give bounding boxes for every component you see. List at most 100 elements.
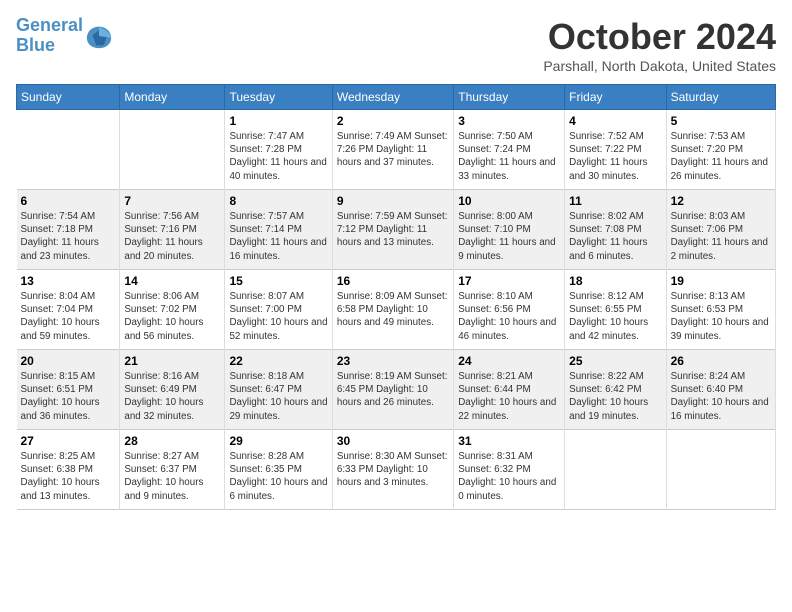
cell-content: Sunrise: 8:25 AM Sunset: 6:38 PM Dayligh… xyxy=(21,450,116,503)
day-number: 25 xyxy=(569,354,661,368)
calendar-cell: 21Sunrise: 8:16 AM Sunset: 6:49 PM Dayli… xyxy=(120,350,225,430)
day-number: 20 xyxy=(21,354,116,368)
calendar-cell: 1 Sunrise: 7:47 AM Sunset: 7:28 PM Daylig… xyxy=(225,110,332,190)
cell-content: Sunrise: 7:47 AM Sunset: 7:28 PM Dayligh… xyxy=(229,130,327,183)
calendar-cell: 11 Sunrise: 8:02 AM Sunset: 7:08 PM Dayli… xyxy=(565,190,666,270)
calendar-cell: 16 Sunrise: 8:09 AM Sunset: 6:58 PM Dayli… xyxy=(332,270,453,350)
calendar-cell xyxy=(565,430,666,510)
cell-content: Sunrise: 8:28 AM Sunset: 6:35 PM Dayligh… xyxy=(229,450,327,503)
calendar-cell: 10Sunrise: 8:00 AM Sunset: 7:10 PM Dayli… xyxy=(454,190,565,270)
calendar-cell xyxy=(666,430,775,510)
calendar-cell xyxy=(17,110,120,190)
cell-content: Sunrise: 8:16 AM Sunset: 6:49 PM Dayligh… xyxy=(124,370,220,423)
cell-content: Sunrise: 7:50 AM Sunset: 7:24 PM Dayligh… xyxy=(458,130,560,183)
day-number: 23 xyxy=(337,354,449,368)
calendar-week-row: 13 Sunrise: 8:04 AM Sunset: 7:04 PM Dayli… xyxy=(17,270,776,350)
calendar-cell: 25 Sunrise: 8:22 AM Sunset: 6:42 PM Dayli… xyxy=(565,350,666,430)
cell-content: Sunrise: 7:53 AM Sunset: 7:20 PM Dayligh… xyxy=(671,130,771,183)
calendar-cell: 31 Sunrise: 8:31 AM Sunset: 6:32 PM Dayli… xyxy=(454,430,565,510)
calendar-cell: 3 Sunrise: 7:50 AM Sunset: 7:24 PM Daylig… xyxy=(454,110,565,190)
day-number: 31 xyxy=(458,434,560,448)
calendar-cell: 4Sunrise: 7:52 AM Sunset: 7:22 PM Daylig… xyxy=(565,110,666,190)
cell-content: Sunrise: 8:24 AM Sunset: 6:40 PM Dayligh… xyxy=(671,370,771,423)
calendar-cell: 17 Sunrise: 8:10 AM Sunset: 6:56 PM Dayli… xyxy=(454,270,565,350)
cell-content: Sunrise: 7:57 AM Sunset: 7:14 PM Dayligh… xyxy=(229,210,327,263)
day-number: 9 xyxy=(337,194,449,208)
day-number: 19 xyxy=(671,274,771,288)
day-number: 12 xyxy=(671,194,771,208)
day-of-week-header: Thursday xyxy=(454,85,565,110)
cell-content: Sunrise: 7:59 AM Sunset: 7:12 PM Dayligh… xyxy=(337,210,449,250)
day-number: 27 xyxy=(21,434,116,448)
cell-content: Sunrise: 8:18 AM Sunset: 6:47 PM Dayligh… xyxy=(229,370,327,423)
day-number: 22 xyxy=(229,354,327,368)
day-number: 8 xyxy=(229,194,327,208)
cell-content: Sunrise: 8:02 AM Sunset: 7:08 PM Dayligh… xyxy=(569,210,661,263)
calendar-cell: 15Sunrise: 8:07 AM Sunset: 7:00 PM Dayli… xyxy=(225,270,332,350)
day-of-week-header: Monday xyxy=(120,85,225,110)
day-number: 16 xyxy=(337,274,449,288)
cell-content: Sunrise: 8:06 AM Sunset: 7:02 PM Dayligh… xyxy=(124,290,220,343)
day-number: 5 xyxy=(671,114,771,128)
cell-content: Sunrise: 8:03 AM Sunset: 7:06 PM Dayligh… xyxy=(671,210,771,263)
day-number: 24 xyxy=(458,354,560,368)
day-of-week-header: Wednesday xyxy=(332,85,453,110)
day-number: 15 xyxy=(229,274,327,288)
cell-content: Sunrise: 8:30 AM Sunset: 6:33 PM Dayligh… xyxy=(337,450,449,490)
day-of-week-header: Sunday xyxy=(17,85,120,110)
day-number: 6 xyxy=(21,194,116,208)
calendar-cell: 23 Sunrise: 8:19 AM Sunset: 6:45 PM Dayli… xyxy=(332,350,453,430)
page-header: General Blue October 2024 Parshall, Nort… xyxy=(16,16,776,74)
cell-content: Sunrise: 8:19 AM Sunset: 6:45 PM Dayligh… xyxy=(337,370,449,410)
calendar-cell: 2 Sunrise: 7:49 AM Sunset: 7:26 PM Daylig… xyxy=(332,110,453,190)
cell-content: Sunrise: 8:04 AM Sunset: 7:04 PM Dayligh… xyxy=(21,290,116,343)
calendar-cell: 12 Sunrise: 8:03 AM Sunset: 7:06 PM Dayli… xyxy=(666,190,775,270)
title-block: October 2024 Parshall, North Dakota, Uni… xyxy=(543,16,776,74)
day-number: 17 xyxy=(458,274,560,288)
calendar-week-row: 6 Sunrise: 7:54 AM Sunset: 7:18 PM Daylig… xyxy=(17,190,776,270)
logo: General Blue xyxy=(16,16,113,56)
cell-content: Sunrise: 8:10 AM Sunset: 6:56 PM Dayligh… xyxy=(458,290,560,343)
day-number: 28 xyxy=(124,434,220,448)
calendar-cell: 24Sunrise: 8:21 AM Sunset: 6:44 PM Dayli… xyxy=(454,350,565,430)
cell-content: Sunrise: 7:54 AM Sunset: 7:18 PM Dayligh… xyxy=(21,210,116,263)
calendar-cell: 28 Sunrise: 8:27 AM Sunset: 6:37 PM Dayli… xyxy=(120,430,225,510)
calendar-cell: 8 Sunrise: 7:57 AM Sunset: 7:14 PM Daylig… xyxy=(225,190,332,270)
calendar-header-row: SundayMondayTuesdayWednesdayThursdayFrid… xyxy=(17,85,776,110)
day-of-week-header: Saturday xyxy=(666,85,775,110)
cell-content: Sunrise: 8:22 AM Sunset: 6:42 PM Dayligh… xyxy=(569,370,661,423)
cell-content: Sunrise: 8:09 AM Sunset: 6:58 PM Dayligh… xyxy=(337,290,449,330)
calendar-cell: 6 Sunrise: 7:54 AM Sunset: 7:18 PM Daylig… xyxy=(17,190,120,270)
logo-icon xyxy=(85,22,113,50)
cell-content: Sunrise: 8:12 AM Sunset: 6:55 PM Dayligh… xyxy=(569,290,661,343)
cell-content: Sunrise: 8:13 AM Sunset: 6:53 PM Dayligh… xyxy=(671,290,771,343)
month-title: October 2024 xyxy=(543,16,776,58)
day-number: 18 xyxy=(569,274,661,288)
cell-content: Sunrise: 7:52 AM Sunset: 7:22 PM Dayligh… xyxy=(569,130,661,183)
calendar-cell: 7 Sunrise: 7:56 AM Sunset: 7:16 PM Daylig… xyxy=(120,190,225,270)
day-number: 14 xyxy=(124,274,220,288)
calendar-cell: 29Sunrise: 8:28 AM Sunset: 6:35 PM Dayli… xyxy=(225,430,332,510)
day-number: 1 xyxy=(229,114,327,128)
cell-content: Sunrise: 8:27 AM Sunset: 6:37 PM Dayligh… xyxy=(124,450,220,503)
day-number: 2 xyxy=(337,114,449,128)
day-of-week-header: Tuesday xyxy=(225,85,332,110)
day-number: 3 xyxy=(458,114,560,128)
calendar-week-row: 1 Sunrise: 7:47 AM Sunset: 7:28 PM Daylig… xyxy=(17,110,776,190)
cell-content: Sunrise: 8:31 AM Sunset: 6:32 PM Dayligh… xyxy=(458,450,560,503)
cell-content: Sunrise: 7:49 AM Sunset: 7:26 PM Dayligh… xyxy=(337,130,449,170)
cell-content: Sunrise: 8:15 AM Sunset: 6:51 PM Dayligh… xyxy=(21,370,116,423)
calendar-cell: 13 Sunrise: 8:04 AM Sunset: 7:04 PM Dayli… xyxy=(17,270,120,350)
calendar-week-row: 27 Sunrise: 8:25 AM Sunset: 6:38 PM Dayli… xyxy=(17,430,776,510)
calendar-cell xyxy=(120,110,225,190)
calendar-cell: 14 Sunrise: 8:06 AM Sunset: 7:02 PM Dayli… xyxy=(120,270,225,350)
day-number: 10 xyxy=(458,194,560,208)
day-number: 13 xyxy=(21,274,116,288)
logo-text: General Blue xyxy=(16,16,83,56)
calendar-cell: 19 Sunrise: 8:13 AM Sunset: 6:53 PM Dayli… xyxy=(666,270,775,350)
cell-content: Sunrise: 7:56 AM Sunset: 7:16 PM Dayligh… xyxy=(124,210,220,263)
day-number: 11 xyxy=(569,194,661,208)
day-number: 7 xyxy=(124,194,220,208)
location: Parshall, North Dakota, United States xyxy=(543,58,776,74)
calendar-table: SundayMondayTuesdayWednesdayThursdayFrid… xyxy=(16,84,776,510)
